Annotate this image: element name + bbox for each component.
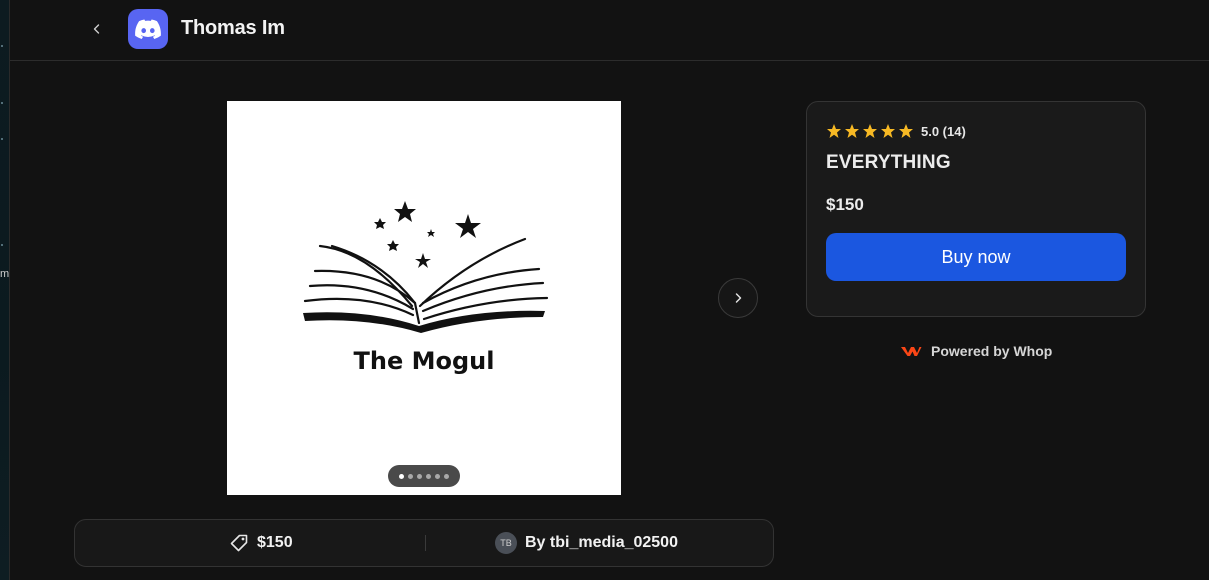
product-image[interactable]: The Mogul (227, 101, 621, 495)
info-price-value: $150 (257, 534, 293, 551)
seller-link[interactable]: TB By tbi_media_02500 (495, 531, 678, 555)
pager-dot[interactable] (399, 473, 404, 479)
slide-pager[interactable] (388, 465, 460, 487)
whop-logo-icon (901, 347, 922, 356)
open-book-with-stars-icon (303, 201, 549, 333)
rating-row: 5.0 (14) (826, 123, 966, 139)
chevron-right-icon (735, 293, 742, 303)
strip-dot (1, 45, 3, 47)
pager-dot[interactable] (417, 473, 422, 479)
star-icon (863, 124, 877, 138)
strip-dot (1, 138, 3, 140)
star-icon (827, 124, 841, 138)
product-info-bar: $150 TB By tbi_media_02500 (74, 519, 774, 567)
product-title: EVERYTHING (826, 152, 951, 173)
star-icon (899, 124, 913, 138)
background-window-strip: m (0, 0, 10, 580)
strip-dot (1, 244, 3, 246)
pager-dot[interactable] (435, 473, 440, 479)
strip-dot (1, 102, 3, 104)
next-slide-button[interactable] (718, 278, 758, 318)
powered-by-whop-link[interactable]: Powered by Whop (900, 341, 1052, 361)
info-price: $150 (229, 531, 293, 555)
powered-by-text: Powered by Whop (931, 343, 1053, 359)
product-image-text: The Mogul (353, 347, 495, 375)
pager-dot[interactable] (408, 473, 413, 479)
discord-app-logo (128, 9, 168, 49)
seller-name[interactable]: By tbi_media_02500 (525, 534, 678, 552)
top-header: Thomas Im (10, 0, 1209, 61)
purchase-card: 5.0 (14) EVERYTHING $150 Buy now (806, 101, 1146, 317)
star-icon (881, 124, 895, 138)
chevron-left-icon (93, 24, 100, 34)
info-divider (425, 535, 426, 551)
star-icon (845, 124, 859, 138)
tag-icon (230, 534, 248, 552)
pager-dot[interactable] (426, 473, 431, 479)
rating-text: 5.0 (14) (921, 123, 966, 139)
page-title: Thomas Im (181, 17, 285, 39)
buy-now-button[interactable]: Buy now (826, 233, 1126, 281)
pager-dot[interactable] (444, 473, 449, 479)
avatar: TB (495, 532, 517, 554)
discord-logo-icon (135, 19, 161, 39)
product-price: $150 (826, 195, 864, 214)
back-button[interactable] (84, 16, 110, 42)
strip-glyph: m (0, 268, 10, 280)
